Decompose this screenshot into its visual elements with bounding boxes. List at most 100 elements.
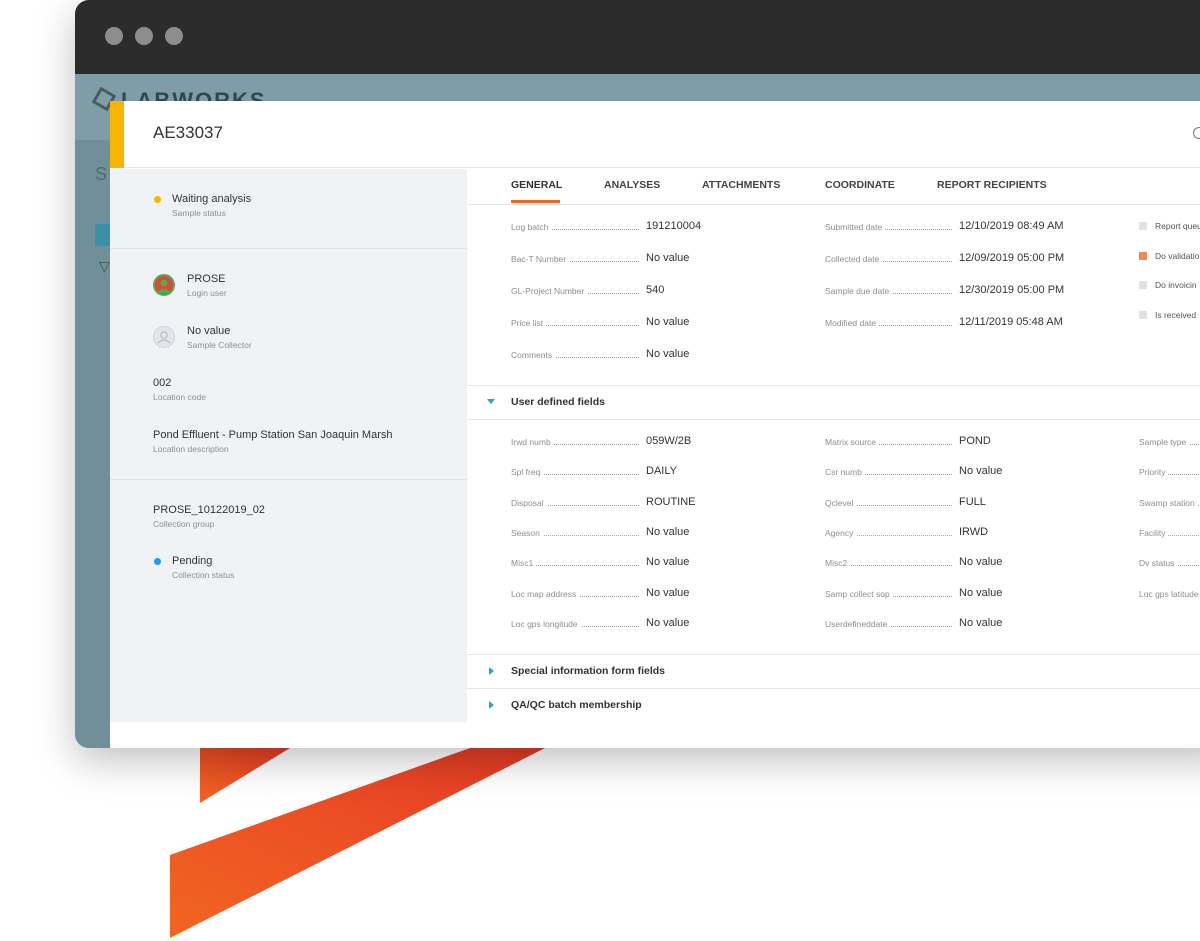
field-label: Loc map address bbox=[511, 588, 580, 599]
field-label: Price list bbox=[511, 318, 547, 328]
checkbox[interactable] bbox=[1139, 251, 1147, 260]
field-row: Loc gps longitude No value bbox=[511, 617, 751, 631]
sample-id-title: AE33037 bbox=[153, 123, 223, 142]
field-value: No value bbox=[959, 616, 1003, 629]
checkbox[interactable] bbox=[1139, 222, 1147, 230]
divider bbox=[110, 479, 467, 480]
section-special-information[interactable]: Special information form fields bbox=[511, 665, 665, 677]
field-label: Irwd numb bbox=[511, 437, 554, 447]
checkbox-label: Do invoicin bbox=[1155, 280, 1197, 290]
chevron-down-icon[interactable] bbox=[487, 399, 495, 404]
field-label: Matrix source bbox=[825, 437, 880, 447]
field-row: Log batch 191210004 bbox=[511, 220, 751, 234]
collection-status-value: Pending bbox=[172, 555, 213, 567]
field-row: Price list No value bbox=[511, 316, 751, 330]
field-value: No value bbox=[646, 316, 690, 328]
field-row: Userdefineddate No value bbox=[825, 617, 1075, 631]
field-row: Agency IRWD bbox=[825, 526, 1075, 540]
field-row: GL-Project Number 540 bbox=[511, 284, 751, 298]
field-row: Comments No value bbox=[511, 348, 751, 362]
active-tab-indicator bbox=[511, 200, 560, 203]
modal-header: AE33037 bbox=[110, 101, 1200, 168]
field-value: No value bbox=[646, 586, 690, 599]
field-row: Csr numb No value bbox=[825, 465, 1075, 479]
field-label: GL-Project Number bbox=[511, 286, 588, 296]
field-label: Qclevel bbox=[825, 497, 857, 508]
tab-analyses[interactable]: ANALYSES bbox=[604, 179, 660, 191]
divider bbox=[467, 385, 1200, 386]
field-value: 12/10/2019 08:49 AM bbox=[959, 220, 1064, 232]
field-value: 12/11/2019 05:48 AM bbox=[959, 316, 1063, 328]
stripe-upper bbox=[200, 748, 290, 803]
tab-report-recipients[interactable]: REPORT RECIPIENTS bbox=[937, 179, 1047, 191]
checkbox[interactable] bbox=[1139, 310, 1147, 319]
chevron-right-icon[interactable] bbox=[489, 667, 494, 675]
filter-icon: ▽ bbox=[99, 258, 110, 274]
field-value: DAILY bbox=[646, 465, 677, 478]
field-label: Csr numb bbox=[825, 467, 865, 478]
field-label: Submitted date bbox=[825, 222, 886, 232]
collection-group-value: PROSE_10122019_02 bbox=[153, 504, 265, 516]
sample-sidebar: Waiting analysis Sample status PROSE Log… bbox=[110, 169, 467, 722]
field-label: Swamp station bbox=[1139, 497, 1198, 508]
collector-avatar-icon bbox=[153, 326, 175, 348]
field-row: Spl freq DAILY bbox=[511, 465, 751, 479]
checkbox[interactable] bbox=[1139, 281, 1147, 289]
field-row: Misc1 No value bbox=[511, 556, 751, 570]
divider bbox=[467, 419, 1200, 420]
field-label: Modified date bbox=[825, 318, 880, 328]
field-row: Disposal ROUTINE bbox=[511, 496, 751, 510]
tab-bar: GENERAL ANALYSES ATTACHMENTS COORDINATE … bbox=[467, 169, 1200, 205]
field-label: Sample type bbox=[1139, 437, 1190, 447]
location-description-value: Pond Effluent - Pump Station San Joaquin… bbox=[153, 429, 393, 441]
refresh-icon[interactable] bbox=[1193, 127, 1200, 139]
field-label: Misc2 bbox=[825, 558, 851, 569]
tab-general[interactable]: GENERAL bbox=[511, 179, 562, 191]
field-label: Disposal bbox=[511, 497, 547, 508]
field-row: Matrix source POND bbox=[825, 435, 1075, 449]
location-description-label: Location description bbox=[153, 444, 229, 454]
field-row: Swamp station bbox=[1139, 496, 1200, 510]
field-value: FULL bbox=[959, 495, 986, 508]
field-value: No value bbox=[959, 586, 1003, 599]
background-search-hint: S bbox=[95, 164, 108, 184]
field-value: 12/09/2019 05:00 PM bbox=[959, 252, 1065, 264]
field-label: Season bbox=[511, 527, 543, 538]
stage: LABWORKS S ▽ AE33037 Waiting analysis Sa… bbox=[0, 0, 1200, 941]
checkbox-label: Report queu bbox=[1155, 221, 1200, 231]
section-qaqc-batch-membership[interactable]: QA/QC batch membership bbox=[511, 699, 642, 711]
field-row: Samp collect sop No value bbox=[825, 587, 1075, 601]
field-value: No value bbox=[646, 616, 690, 629]
field-row: Loc map address No value bbox=[511, 587, 751, 601]
sample-collector: No value Sample Collector bbox=[187, 325, 252, 350]
collection-status-label: Collection status bbox=[172, 570, 235, 580]
divider bbox=[110, 248, 467, 249]
section-user-defined-fields[interactable]: User defined fields bbox=[511, 396, 605, 408]
window-dot-icon[interactable] bbox=[105, 27, 123, 45]
login-user: PROSE Login user bbox=[187, 273, 227, 298]
field-value: 059W/2B bbox=[646, 435, 692, 447]
field-label: Sample due date bbox=[825, 286, 893, 296]
field-label: Comments bbox=[511, 350, 556, 360]
field-value: 191210004 bbox=[646, 220, 702, 232]
login-user-label: Login user bbox=[187, 288, 227, 298]
field-row: Irwd numb 059W/2B bbox=[511, 435, 751, 449]
field-row: Sample due date 12/30/2019 05:00 PM bbox=[825, 284, 1075, 298]
tab-coordinate[interactable]: COORDINATE bbox=[825, 179, 895, 191]
field-value: 12/30/2019 05:00 PM bbox=[959, 284, 1065, 296]
checkbox-label: Do validatio bbox=[1155, 250, 1200, 261]
window-dot-icon[interactable] bbox=[135, 27, 153, 45]
tab-attachments[interactable]: ATTACHMENTS bbox=[702, 179, 780, 191]
field-row: Modified date 12/11/2019 05:48 AM bbox=[825, 316, 1075, 330]
field-label: Agency bbox=[825, 527, 857, 538]
window-dot-icon[interactable] bbox=[165, 27, 183, 45]
sample-status-value: Waiting analysis bbox=[172, 193, 252, 205]
field-label: Loc gps latitude bbox=[1139, 588, 1200, 599]
field-row: Season No value bbox=[511, 526, 751, 540]
filter-icon bbox=[95, 224, 111, 246]
chevron-right-icon[interactable] bbox=[489, 701, 494, 709]
field-value: No value bbox=[959, 556, 1003, 569]
status-dot-icon bbox=[154, 558, 161, 565]
field-row: Priority bbox=[1139, 465, 1200, 479]
collection-status: Pending Collection status bbox=[172, 555, 234, 580]
